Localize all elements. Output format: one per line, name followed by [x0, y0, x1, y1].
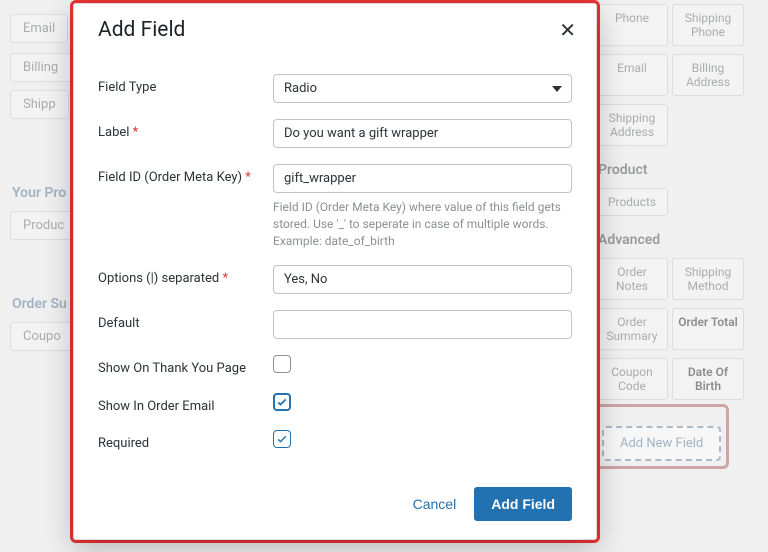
check-icon	[276, 396, 288, 408]
show-email-checkbox[interactable]	[273, 393, 291, 411]
default-label: Default	[98, 310, 273, 331]
bg-pill-email: Email	[10, 14, 68, 43]
bg-pill-shipping-phone: Shipping Phone	[672, 4, 744, 46]
modal-highlight-border: Add Field ✕ Field Type Radio Label *	[70, 0, 600, 543]
close-icon[interactable]: ✕	[559, 20, 576, 40]
bg-heading-order-su: Order Su	[12, 296, 67, 312]
required-asterisk: *	[133, 125, 139, 140]
field-id-label: Field ID (Order Meta Key)	[98, 170, 242, 185]
cancel-button[interactable]: Cancel	[413, 496, 457, 512]
field-type-label: Field Type	[98, 74, 273, 95]
show-thank-you-checkbox[interactable]	[273, 355, 291, 373]
add-new-field-highlight: Add New Field	[594, 404, 729, 469]
bg-pill-order-notes: Order Notes	[596, 258, 668, 300]
required-asterisk: *	[245, 170, 251, 185]
add-new-field-button[interactable]: Add New Field	[602, 426, 721, 461]
bg-pill-order-summary: Order Summary	[596, 308, 668, 350]
add-field-modal: Add Field ✕ Field Type Radio Label *	[73, 3, 597, 540]
label-label: Label	[98, 125, 129, 140]
bg-pill-billing-address: Billing Address	[672, 54, 744, 96]
bg-pill-email2: Email	[596, 54, 668, 96]
check-icon	[276, 433, 288, 445]
bg-pill-billing: Billing	[10, 53, 71, 82]
bg-pill-produc: Produc	[10, 211, 77, 240]
bg-pill-shipping-method: Shipping Method	[672, 258, 744, 300]
options-label: Options (|) separated	[98, 271, 219, 286]
bg-heading-advanced: Advanced	[598, 232, 660, 248]
show-email-label: Show In Order Email	[98, 393, 273, 414]
default-input[interactable]	[273, 310, 572, 339]
label-input[interactable]	[273, 119, 572, 148]
required-checkbox[interactable]	[273, 430, 291, 448]
bg-pill-products: Products	[596, 188, 668, 216]
modal-title: Add Field	[98, 18, 185, 42]
field-type-select[interactable]: Radio	[273, 74, 572, 103]
bg-heading-your-pro: Your Pro	[12, 185, 66, 201]
field-id-hint: Field ID (Order Meta Key) where value of…	[273, 199, 572, 249]
required-asterisk: *	[222, 271, 228, 286]
bg-pill-coupo: Coupo	[10, 322, 74, 351]
bg-pill-date-of-birth: Date Of Birth	[672, 358, 744, 400]
bg-pill-shipping-address: Shipping Address	[596, 104, 668, 146]
required-label: Required	[98, 430, 273, 451]
bg-pill-coupon-code: Coupon Code	[596, 358, 668, 400]
show-thank-you-label: Show On Thank You Page	[98, 355, 273, 376]
bg-pill-shipp: Shipp	[10, 90, 69, 119]
field-id-input[interactable]	[273, 164, 572, 193]
add-field-button[interactable]: Add Field	[474, 487, 572, 521]
bg-pill-phone: Phone	[596, 4, 668, 46]
bg-pill-order-total: Order Total	[672, 308, 744, 350]
bg-heading-product: Product	[598, 162, 647, 178]
options-input[interactable]	[273, 265, 572, 294]
